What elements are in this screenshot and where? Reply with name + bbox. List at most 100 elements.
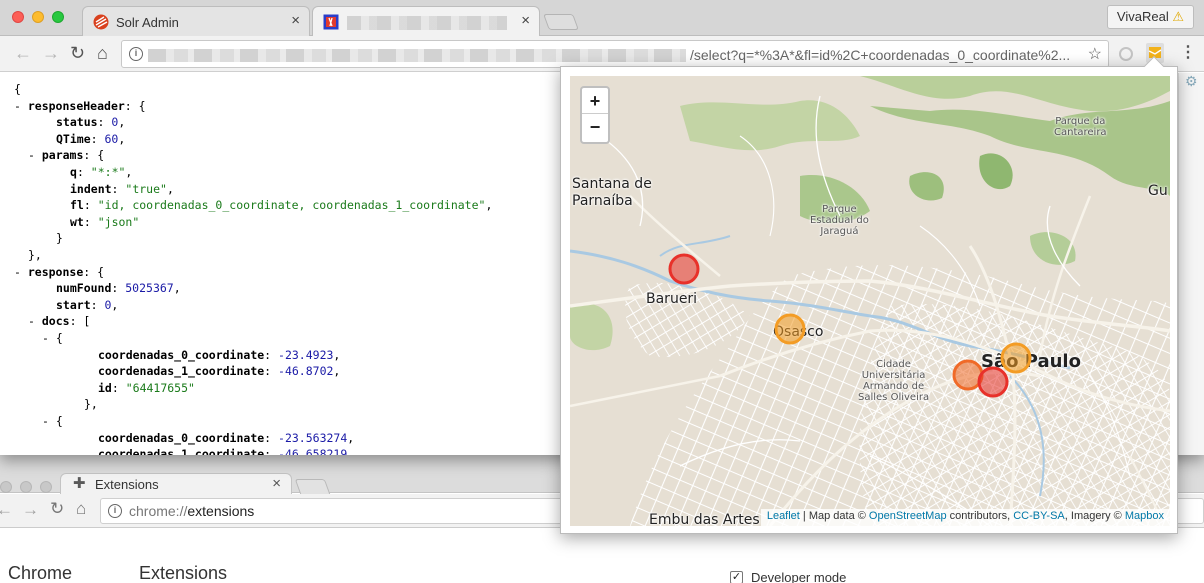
attribution-text: | Map data ©: [799, 510, 869, 522]
zoom-window-button[interactable]: [52, 11, 64, 23]
json-line: numFound: 5025367,: [56, 281, 181, 296]
developer-mode-checkbox[interactable]: ✓: [730, 571, 743, 583]
mapbox-link[interactable]: Mapbox: [1125, 510, 1164, 522]
json-line: coordenadas_1_coordinate: -46.658219,: [98, 446, 354, 455]
json-line: }: [56, 230, 63, 247]
json-value: "true": [125, 181, 167, 196]
close-tab-icon[interactable]: ×: [521, 12, 530, 29]
json-line: q: "*:*",: [70, 165, 133, 179]
map-marker[interactable]: [977, 366, 1009, 398]
marker-layer: [668, 253, 1032, 398]
back-arrow-icon[interactable]: ←: [14, 43, 32, 63]
json-line: id: "64417655": [98, 380, 195, 395]
json-line[interactable]: - docs: [: [28, 313, 90, 330]
home-icon[interactable]: ⌂: [97, 43, 108, 63]
json-line: coordenadas_0_coordinate: -23.563274,: [98, 430, 355, 445]
zoom-window-button[interactable]: [40, 481, 52, 493]
json-value: {: [97, 148, 105, 163]
close-tab-icon[interactable]: ×: [291, 12, 300, 29]
json-line[interactable]: - params: {: [28, 147, 104, 164]
window-controls: [12, 11, 64, 23]
profile-button[interactable]: VivaReal ⚠: [1106, 5, 1194, 29]
tab-extensions[interactable]: ✚ Extensions ×: [60, 473, 292, 494]
tab-title: Extensions: [95, 477, 159, 492]
json-value: -23.563274: [278, 430, 348, 445]
json-line: coordenadas_1_coordinate: -46.8702,: [98, 364, 341, 379]
star-icon[interactable]: ☆: [1088, 44, 1102, 64]
json-value: 5025367: [125, 281, 174, 296]
json-value: },: [28, 248, 42, 262]
background-window-controls[interactable]: [0, 481, 52, 493]
map-marker[interactable]: [1000, 342, 1032, 374]
json-value: 0: [111, 115, 119, 130]
tab-solr-admin[interactable]: Solr Admin ×: [82, 6, 310, 36]
leaflet-link[interactable]: Leaflet: [767, 510, 800, 522]
reload-icon[interactable]: ↻: [50, 499, 64, 519]
minimize-window-button[interactable]: [32, 11, 44, 23]
forward-arrow-icon[interactable]: →: [22, 500, 39, 520]
puzzle-icon: ✚: [73, 475, 86, 492]
back-arrow-icon[interactable]: ←: [0, 500, 13, 520]
json-line: indent: "true",: [70, 181, 174, 196]
json-line: QTime: 60,: [56, 131, 126, 146]
close-window-button[interactable]: [0, 481, 12, 493]
zoom-in-button[interactable]: +: [582, 88, 608, 114]
close-tab-icon[interactable]: ×: [272, 475, 281, 492]
forward-arrow-icon[interactable]: →: [42, 43, 60, 63]
url-text: chrome://extensions: [129, 503, 255, 519]
json-line: },: [28, 247, 42, 264]
json-value: -23.4923: [278, 347, 334, 362]
json-value: {: [138, 98, 146, 113]
settings-icon[interactable]: ⚙: [1185, 73, 1198, 90]
collapse-toggle[interactable]: -: [42, 331, 56, 345]
json-line[interactable]: - responseHeader: {: [14, 98, 146, 115]
json-key: q: [70, 165, 77, 179]
collapse-toggle[interactable]: -: [14, 265, 28, 279]
json-key: indent: [70, 181, 112, 196]
kebab-menu-icon[interactable]: ⋮: [1180, 42, 1196, 62]
osm-link[interactable]: OpenStreetMap: [869, 510, 947, 522]
json-value: [: [83, 314, 91, 329]
minimize-window-button[interactable]: [20, 481, 32, 493]
new-tab-button[interactable]: [543, 14, 579, 30]
json-line[interactable]: - {: [42, 330, 63, 347]
extension-refresh-icon[interactable]: [1117, 45, 1135, 63]
developer-mode-label: Developer mode: [751, 570, 847, 583]
collapse-toggle[interactable]: -: [42, 414, 56, 428]
attribution-text: , Imagery ©: [1064, 510, 1125, 522]
json-line: start: 0,: [56, 297, 119, 312]
tab-strip: Solr Admin × × VivaReal ⚠: [0, 0, 1204, 37]
info-icon[interactable]: i: [129, 47, 143, 61]
json-value: {: [55, 331, 63, 345]
map-marker[interactable]: [668, 253, 700, 285]
license-link[interactable]: CC-BY-SA: [1013, 510, 1065, 522]
json-key: docs: [41, 314, 70, 329]
collapse-toggle[interactable]: -: [28, 314, 42, 328]
map-view[interactable]: Santana de Parnaíba Barueri Osasco São P…: [570, 76, 1170, 526]
collapse-toggle[interactable]: -: [28, 148, 42, 162]
tab-title: Solr Admin: [116, 15, 179, 30]
reload-icon[interactable]: ↻: [70, 43, 85, 63]
json-line: coordenadas_0_coordinate: -23.4923,: [98, 347, 341, 362]
address-bar[interactable]: i /select?q=*%3A*&fl=id%2C+coordenadas_0…: [121, 40, 1109, 68]
json-line: fl: "id, coordenadas_0_coordinate, coord…: [70, 198, 493, 213]
page-side-strip: ⚙: [1178, 73, 1204, 455]
url-text: /select?q=*%3A*&fl=id%2C+coordenadas_0_c…: [690, 47, 1071, 63]
json-key: fl: [70, 198, 84, 213]
close-window-button[interactable]: [12, 11, 24, 23]
json-line: },: [84, 396, 98, 413]
json-key: id: [98, 380, 112, 395]
tab-json-result[interactable]: ×: [312, 6, 540, 37]
json-line[interactable]: - {: [42, 413, 63, 430]
json-line[interactable]: - response: {: [14, 264, 104, 281]
json-viewer-icon: [323, 14, 339, 30]
map-marker[interactable]: [774, 313, 806, 345]
developer-mode-toggle[interactable]: ✓ Developer mode: [730, 570, 846, 583]
sidebar-title: Chrome: [8, 563, 73, 583]
collapse-toggle[interactable]: -: [14, 99, 28, 113]
info-icon[interactable]: i: [108, 504, 122, 518]
home-icon[interactable]: ⌂: [76, 499, 86, 519]
json-value: 60: [104, 131, 119, 146]
zoom-out-button[interactable]: −: [582, 114, 608, 140]
zoom-control: + −: [580, 86, 610, 144]
